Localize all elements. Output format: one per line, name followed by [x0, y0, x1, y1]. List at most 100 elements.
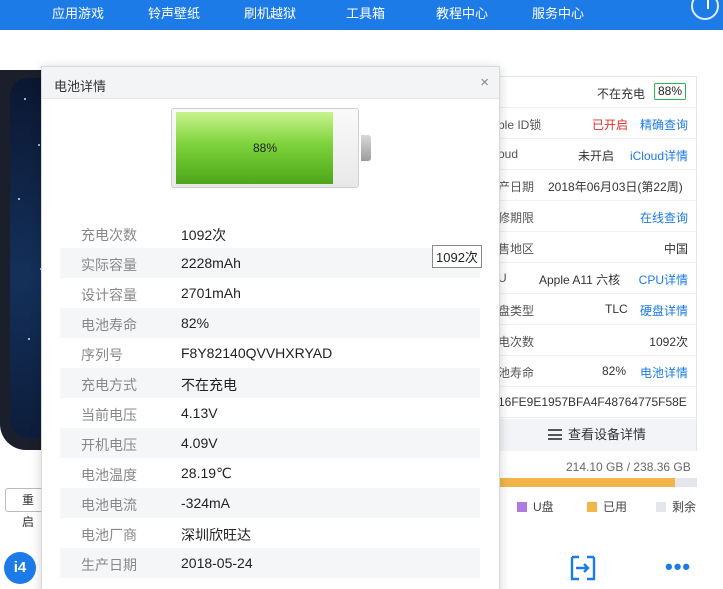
star-dot	[24, 98, 26, 100]
storage-used-fill	[497, 478, 675, 487]
free-swatch	[656, 502, 666, 512]
detail-label: 电池厂商	[81, 527, 137, 543]
star-dot	[18, 198, 20, 200]
udisk-swatch	[517, 502, 527, 512]
info-label: 池寿命	[498, 366, 535, 380]
detail-value: 82%	[181, 315, 210, 331]
detail-row-design-capacity: 设计容量 2701mAh	[60, 278, 480, 308]
detail-label: 电池温度	[81, 467, 137, 483]
battery-percent-badge[interactable]: 88%	[653, 83, 686, 100]
detail-label: 电池寿命	[81, 317, 137, 333]
dialog-title-bar: 电池详情 ×	[42, 67, 499, 99]
detail-value: 4.13V	[181, 405, 218, 421]
info-value: Apple A11 六核	[539, 273, 621, 287]
battery-percent-label: 88%	[252, 141, 278, 155]
charging-status: 不在充电	[597, 87, 646, 101]
info-row-region: 售地区 中国	[498, 232, 698, 263]
detail-row-manufacturer: 电池厂商 深圳欣旺达	[60, 518, 480, 548]
cpu-details-link[interactable]: CPU详情	[639, 271, 688, 288]
legend-used: 已用	[587, 498, 627, 515]
info-value: TLC	[605, 302, 628, 316]
detail-label: 充电方式	[81, 377, 137, 393]
legend-free: 剩余	[656, 498, 696, 515]
info-label: 电次数	[498, 335, 535, 349]
download-icon[interactable]	[691, 0, 719, 20]
detail-value: 28.19℃	[181, 465, 232, 481]
detail-row-charge-count: 充电次数 1092次	[60, 218, 480, 248]
detail-label: 序列号	[81, 347, 123, 363]
dialog-title: 电池详情	[54, 79, 107, 94]
view-device-details-label: 查看设备详情	[567, 427, 646, 442]
detail-value: 不在充电	[181, 377, 237, 393]
detail-row-boot-voltage: 开机电压 4.09V	[60, 428, 480, 458]
battery-details-link[interactable]: 电池详情	[640, 364, 688, 381]
detail-label: 设计容量	[81, 287, 137, 303]
detail-row-charge-mode: 充电方式 不在充电	[60, 368, 480, 398]
view-device-details-button[interactable]: 查看设备详情	[498, 419, 696, 451]
transfer-icon[interactable]	[568, 553, 598, 583]
i4-logo-icon[interactable]: i4	[4, 552, 36, 584]
info-label: oud	[498, 147, 519, 161]
nav-item-service-center[interactable]: 服务中心	[532, 3, 584, 22]
info-label: ple ID锁	[498, 118, 542, 132]
legend-used-label: 已用	[603, 500, 628, 514]
detail-row-actual-capacity: 实际容量 2228mAh	[60, 248, 480, 278]
detail-label: 充电次数	[81, 227, 137, 243]
detail-label: 生产日期	[81, 557, 137, 573]
online-query-link[interactable]: 在线查询	[640, 209, 688, 226]
restart-button[interactable]: 重启	[5, 488, 45, 529]
info-row-warranty: 修期限 在线查询	[498, 201, 698, 232]
nav-item-tutorials[interactable]: 教程中心	[436, 3, 488, 22]
detail-row-temperature: 电池温度 28.19℃	[60, 458, 480, 488]
hover-tooltip: 1092次	[432, 245, 482, 268]
battery-graphic: 88%	[171, 108, 371, 188]
device-info-panel: 不在充电 88% ple ID锁 已开启 精确查询 oud 未开启 iCloud…	[497, 76, 698, 451]
detail-value: -324mA	[181, 495, 231, 511]
detail-label: 当前电压	[81, 407, 137, 423]
battery-cap	[361, 135, 371, 161]
nav-item-toolbox[interactable]: 工具箱	[346, 3, 385, 22]
legend-udisk-label: U盘	[533, 500, 554, 514]
detail-label: 实际容量	[81, 257, 137, 273]
detail-value: 1092次	[181, 227, 227, 243]
detail-row-current-voltage: 当前电压 4.13V	[60, 398, 480, 428]
disk-details-link[interactable]: 硬盘详情	[640, 302, 688, 319]
nav-item-ringtones-wallpapers[interactable]: 铃声壁纸	[148, 3, 200, 22]
info-row-charge-count: 电次数 1092次	[498, 325, 698, 356]
nav-item-apps-games[interactable]: 应用游戏	[52, 3, 104, 22]
info-label: 售地区	[498, 242, 535, 256]
detail-row-production-date: 生产日期 2018-05-24	[60, 548, 480, 578]
legend-udisk: U盘	[517, 498, 554, 515]
info-row-battery-life: 池寿命 82% 电池详情	[498, 356, 698, 387]
info-value: 未开启	[578, 149, 615, 163]
close-icon[interactable]: ×	[480, 74, 489, 91]
info-label: 修期限	[498, 211, 535, 225]
info-value: 2018年06月03日(第22周)	[548, 180, 683, 194]
more-icon[interactable]: •••	[665, 556, 691, 578]
legend-free-label: 剩余	[672, 500, 697, 514]
detail-value: F8Y82140QVVHXRYAD	[181, 345, 333, 361]
info-row-cpu: U Apple A11 六核 CPU详情	[498, 263, 698, 294]
top-nav: 应用游戏 铃声壁纸 刷机越狱 工具箱 教程中心 服务中心	[0, 0, 723, 30]
detail-value: 深圳欣旺达	[181, 527, 251, 543]
udid-value: 16FE9E1957BFA4F48764775F58E	[498, 395, 687, 409]
precise-query-link[interactable]: 精确查询	[640, 116, 688, 133]
info-label: 盘类型	[498, 304, 535, 318]
detail-label: 开机电压	[81, 437, 137, 453]
nav-item-flash-jailbreak[interactable]: 刷机越狱	[244, 3, 296, 22]
detail-row-serial: 序列号 F8Y82140QVVHXRYAD	[60, 338, 480, 368]
detail-value: 2701mAh	[181, 285, 241, 301]
detail-value: 2018-05-24	[181, 555, 253, 571]
detail-label: 电池电流	[81, 497, 137, 513]
info-value: 82%	[602, 364, 627, 378]
info-value: 1092次	[649, 335, 688, 349]
icloud-details-link[interactable]: iCloud详情	[630, 147, 688, 164]
list-icon	[547, 429, 562, 440]
storage-usage-text: 214.10 GB / 238.36 GB	[566, 460, 691, 474]
info-row-production-date: 产日期 2018年06月03日(第22周)	[498, 170, 698, 201]
info-value: 已开启	[592, 118, 629, 132]
detail-row-current: 电池电流 -324mA	[60, 488, 480, 518]
info-row-appleid-lock: ple ID锁 已开启 精确查询	[498, 108, 698, 139]
info-row-udid: 16FE9E1957BFA4F48764775F58E	[498, 387, 698, 418]
storage-bar	[497, 478, 697, 487]
